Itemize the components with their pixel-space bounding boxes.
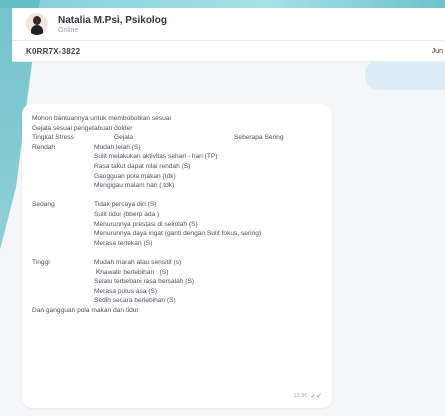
symptom-text: Selalu terbebani rasa bersalah (S) [94,278,195,286]
symptom-row: Rendah Mudah lelah (S) [32,143,322,153]
symptom-text: Rasa takut dapat nilai rendah (S) [94,162,191,170]
online-status: Online [58,26,79,34]
header-frequency: Seberapa Sering [234,134,284,142]
symptom-text: Khawatir berlebihan (S) [94,268,169,276]
message-closing-line: Dan gangguan pola makan dan tidur [32,306,139,314]
symptom-text: Gangguan pola makan (tdk) [94,172,176,180]
symptom-text: Sedih secara berlebihan (S) [94,297,176,305]
level-label: Sedang [32,201,55,209]
symptom-text: Merasa tertekan (S) [94,239,153,247]
chat-header: Natalia M.Psi, Psikolog Online [12,8,445,40]
symptom-row: Tinggi Mudah marah atau sensitif (s) [32,258,322,268]
level-label: Tinggi [32,258,50,266]
avatar[interactable] [26,13,48,35]
decorative-banner [0,0,445,8]
symptom-text: Sulit melakukan aktivitas sehari - hari … [94,153,218,161]
symptom-text: Menurunnya daya ingat (ganti dengan Suli… [94,230,262,238]
symptom-text: Tidak percaya diri (S) [94,201,157,209]
message-meta: 13:36 ✓✓ [294,392,323,402]
symptom-text: Mudah marah atau sensitif (s) [94,258,182,266]
symptom-row: Sedang Tidak percaya diri (S) [32,200,322,210]
date-label: Jun [431,47,443,55]
double-check-icon: ✓✓ [310,393,322,401]
message-time: 13:36 [293,393,308,400]
symptom-text: Sulit tidur (bberp ada ) [94,210,160,218]
level-label: Rendah [32,143,56,151]
header-symptom: Gejala [114,134,134,142]
symptom-text: Mudah lelah (S) [94,143,141,151]
message-bubble[interactable]: Mohon bantuannya untuk membobotkan sesua… [22,104,332,408]
incoming-bubble-fragment [365,60,445,90]
symptom-text: Merasa putus asa (S) [94,287,158,295]
message-intro-line: Mohon bantuannya untuk membobotkan sesua… [32,115,171,122]
column-headers: Tingkat Stress Gejala Seberapa Sering [32,133,322,143]
consultation-bar: K0RR7X-3822 Jun [12,40,445,62]
ticket-id: K0RR7X-3822 [26,46,81,56]
header-level: Tingkat Stress [32,134,74,142]
symptom-text: Mengigau malam hari ( tdk) [94,182,175,190]
message-intro-line: Gejala sesuai pengetahuan dokter [32,124,133,132]
contact-name[interactable]: Natalia M.Psi, Psikolog [58,15,167,26]
symptom-text: Menurunnya prestasi di sekolah (S) [94,220,198,228]
